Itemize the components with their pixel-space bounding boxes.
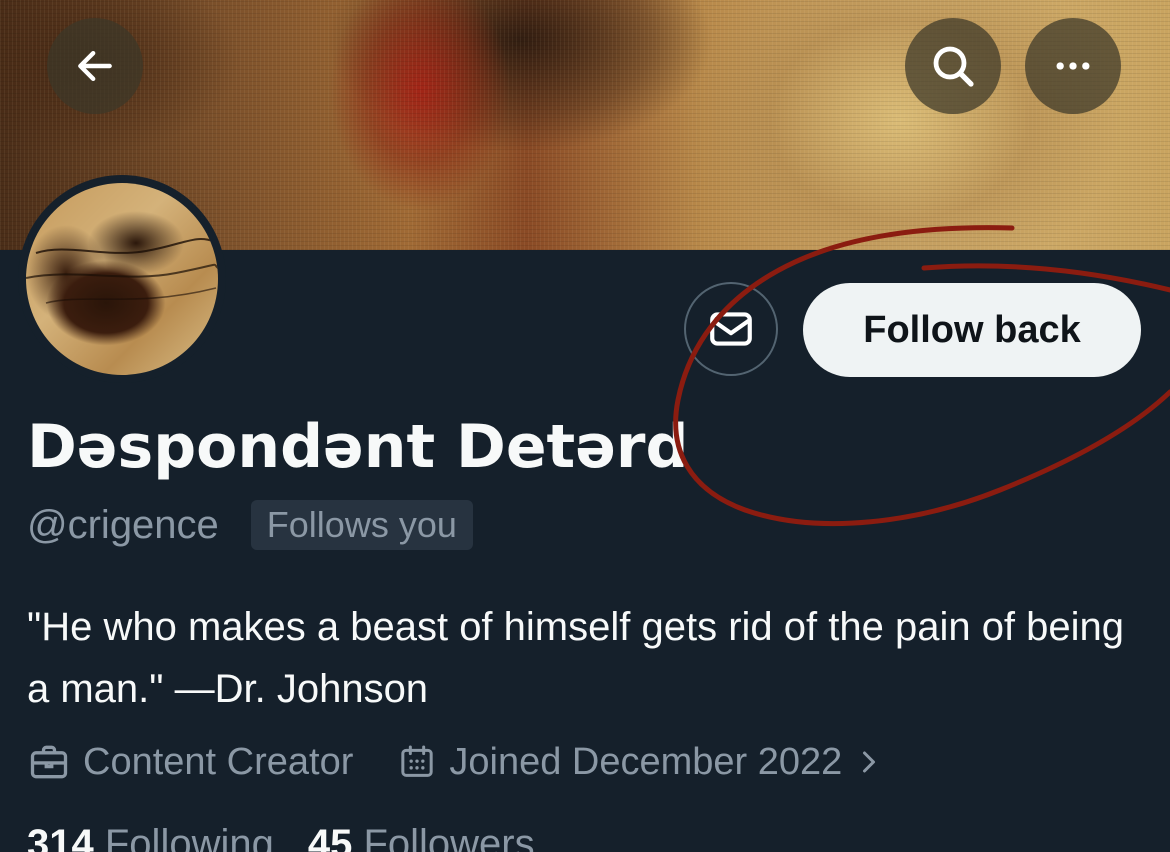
envelope-icon <box>710 312 752 346</box>
following-label: Following <box>104 822 274 852</box>
calendar-icon <box>401 745 434 777</box>
avatar-image <box>26 183 218 375</box>
profession-item: Content Creator <box>27 740 353 784</box>
profile-page: Follow back Dəspondənt Detərd @crigence … <box>0 0 1170 852</box>
search-icon <box>933 46 974 87</box>
profession-label: Content Creator <box>83 740 354 783</box>
chevron-right-icon <box>863 751 876 773</box>
following-count: 314 <box>27 822 94 852</box>
followers-count: 45 <box>307 822 353 852</box>
search-button[interactable] <box>905 18 1001 114</box>
briefcase-icon <box>30 745 68 779</box>
display-name: Dəspondənt Detərd <box>27 412 689 482</box>
back-button[interactable] <box>47 18 143 114</box>
follow-back-button[interactable]: Follow back <box>803 283 1141 377</box>
user-handle: @crigence <box>27 502 219 547</box>
following-stat[interactable]: 314 Following <box>27 822 274 852</box>
arrow-left-icon <box>78 50 112 82</box>
message-button[interactable] <box>684 282 778 376</box>
follow-stats: 314 Following 45 Followers <box>27 822 535 852</box>
joined-date-item[interactable]: Joined December 2022 <box>397 741 884 784</box>
avatar[interactable] <box>18 175 226 383</box>
follows-you-badge: Follows you <box>250 500 473 550</box>
joined-date-label: Joined December 2022 <box>449 740 843 783</box>
more-options-button[interactable] <box>1025 18 1121 114</box>
followers-stat[interactable]: 45 Followers <box>308 822 535 852</box>
followers-label: Followers <box>363 822 535 852</box>
profile-meta: Content Creator Joined December 2022 <box>27 740 928 784</box>
bio: "He who makes a beast of himself gets ri… <box>27 605 1125 711</box>
more-dots-icon <box>1056 62 1090 70</box>
handle-row: @crigence Follows you <box>27 500 473 550</box>
